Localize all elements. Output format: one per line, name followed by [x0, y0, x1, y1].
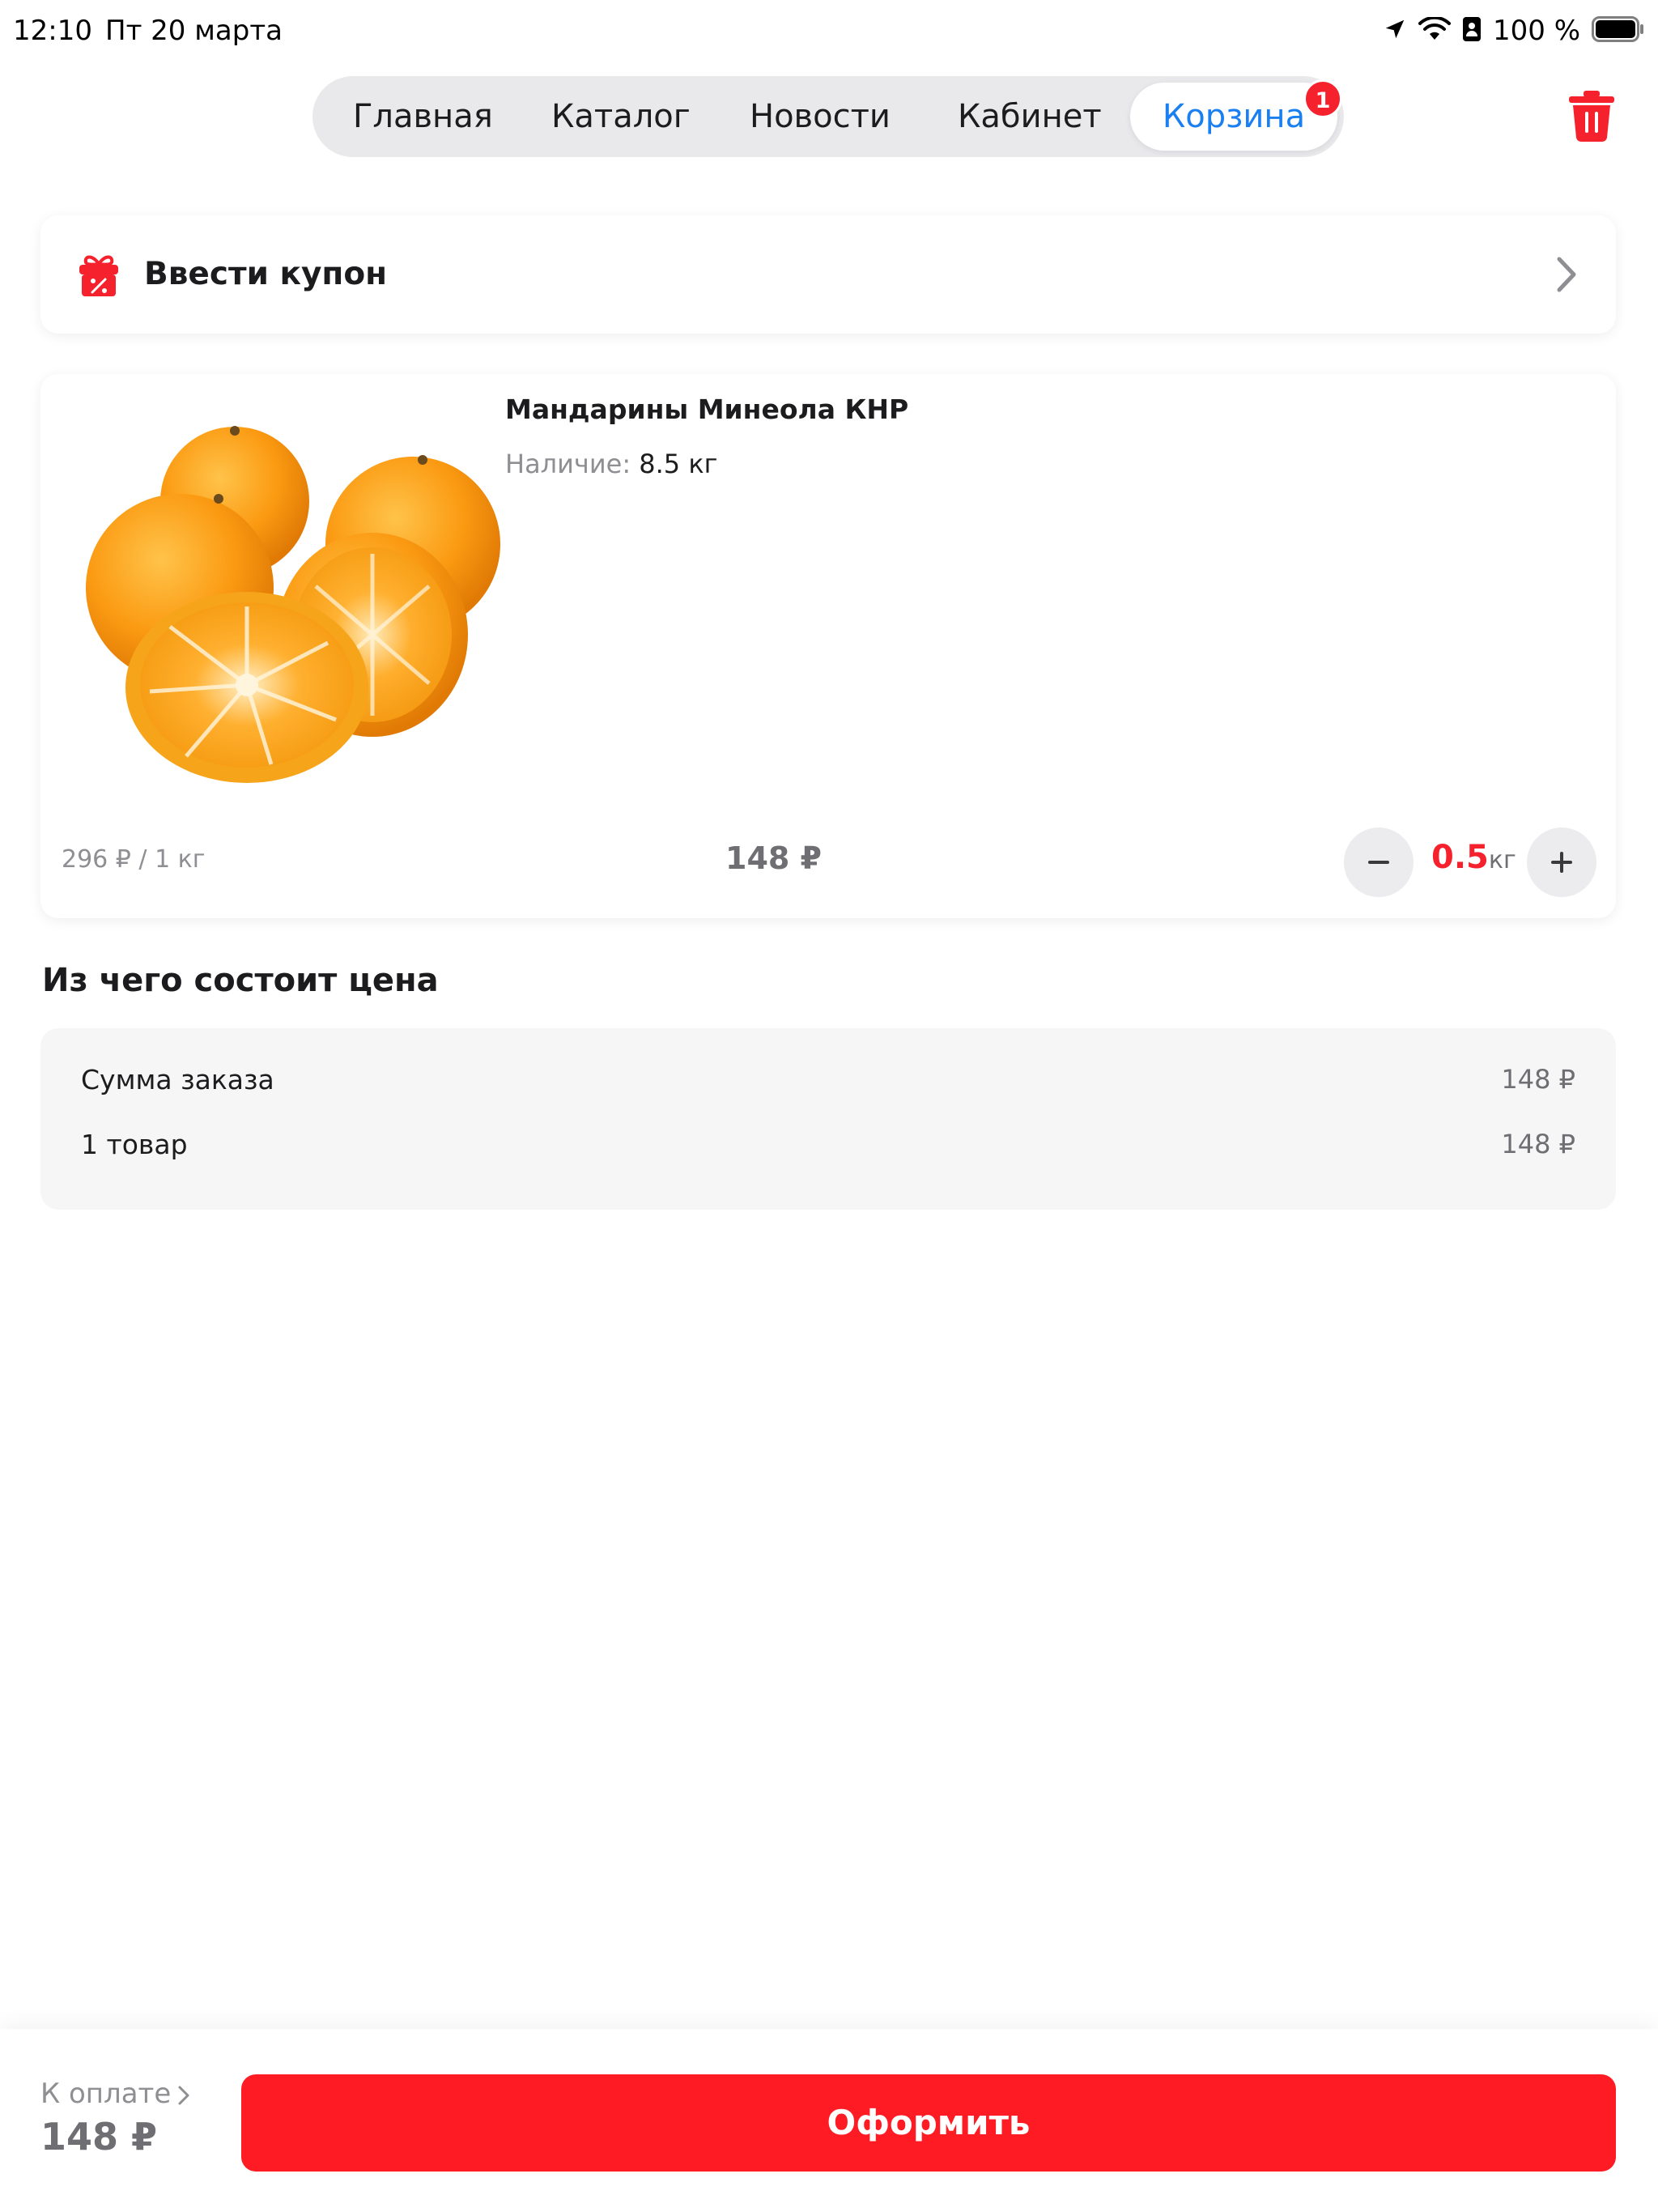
battery-percent: 100 % [1492, 15, 1580, 47]
product-name[interactable]: Мандарины Минеола КНР [505, 393, 908, 425]
cart-item-card: Мандарины Минеола КНР Наличие: 8.5 кг 29… [40, 374, 1616, 918]
increase-quantity-button[interactable] [1527, 827, 1596, 897]
items-count-label: 1 товар [81, 1129, 188, 1160]
contact-lock-icon [1462, 15, 1482, 46]
status-bar: 12:10 Пт 20 марта 100 % [0, 0, 1658, 65]
status-time: 12:10 [13, 15, 92, 47]
tab-news[interactable]: Новости [750, 76, 891, 157]
pay-amount: 148 ₽ [40, 2115, 158, 2159]
chevron-right-icon [178, 2086, 189, 2104]
stock-info: Наличие: 8.5 кг [505, 449, 717, 479]
gift-percent-icon [74, 251, 123, 300]
price-breakdown-card: Сумма заказа 148 ₽ 1 товар 148 ₽ [40, 1028, 1616, 1210]
main-nav: Главная Каталог Новости Кабинет Корзина [312, 76, 1344, 157]
tab-catalog[interactable]: Каталог [551, 76, 691, 157]
payment-details-link[interactable]: К оплате [40, 2078, 190, 2110]
price-breakdown-title: Из чего состоит цена [42, 962, 439, 999]
coupon-label: Ввести купон [144, 256, 388, 292]
plus-icon [1551, 852, 1572, 873]
trash-icon [1569, 91, 1614, 143]
tab-home[interactable]: Главная [353, 76, 493, 157]
decrease-quantity-button[interactable] [1344, 827, 1414, 897]
battery-icon [1592, 16, 1645, 45]
checkout-button[interactable]: Оформить [241, 2074, 1616, 2172]
quantity-unit: кг [1488, 846, 1516, 874]
stock-label: Наличие: [505, 449, 631, 479]
cart-count-badge: 1 [1303, 79, 1342, 118]
stock-value: 8.5 кг [639, 449, 718, 479]
product-image-tangerines[interactable] [73, 400, 526, 789]
order-sum-value: 148 ₽ [1501, 1064, 1575, 1095]
pay-label: К оплате [40, 2078, 172, 2110]
quantity-value: 0.5 [1431, 839, 1489, 876]
unit-price: 296 ₽ / 1 кг [62, 845, 206, 874]
status-indicators: 100 % [1383, 13, 1645, 49]
quantity-display: 0.5кг [1431, 839, 1516, 876]
checkout-bar: К оплате 148 ₽ Оформить [0, 2029, 1658, 2212]
chevron-right-icon [1554, 254, 1579, 295]
minus-icon [1368, 861, 1389, 864]
wifi-icon [1418, 15, 1451, 45]
order-sum-label: Сумма заказа [81, 1064, 274, 1095]
status-date: Пт 20 марта [105, 15, 283, 47]
location-icon [1383, 17, 1407, 45]
tab-account[interactable]: Кабинет [958, 76, 1102, 157]
items-sum-value: 148 ₽ [1501, 1129, 1575, 1159]
line-total: 148 ₽ [725, 840, 822, 876]
enter-coupon-row[interactable]: Ввести купон [40, 215, 1616, 334]
clear-cart-button[interactable] [1567, 89, 1616, 143]
